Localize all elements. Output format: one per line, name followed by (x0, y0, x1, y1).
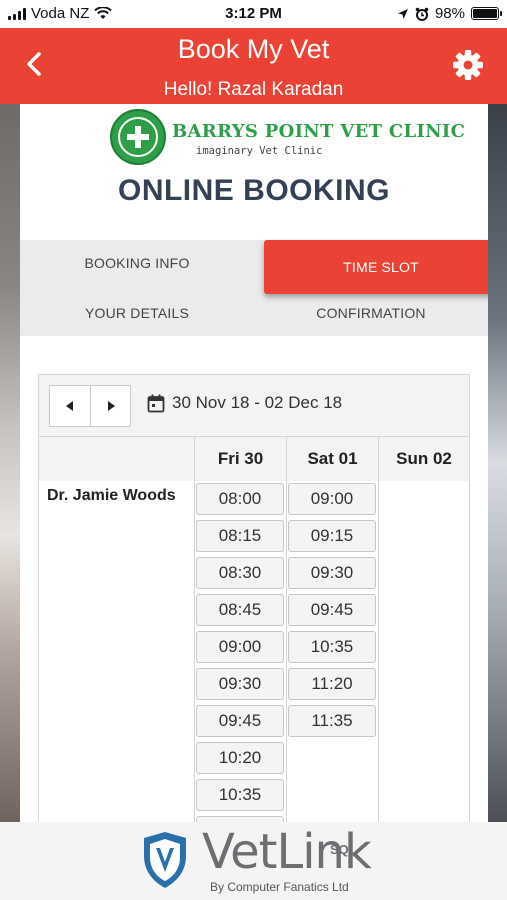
date-range-picker[interactable]: 30 Nov 18 - 02 Dec 18 (147, 393, 342, 413)
next-week-button[interactable] (90, 386, 130, 426)
time-slot-fri[interactable]: 08:00 (196, 483, 284, 515)
time-slot-sat[interactable]: 09:30 (288, 557, 376, 589)
alarm-icon (415, 7, 429, 21)
status-right: 98% (397, 5, 502, 22)
time-slot-sat[interactable]: 11:35 (288, 705, 376, 737)
vetlink-logo: VetLink SQL By Computer Fanatics Ltd (140, 824, 372, 896)
location-arrow-icon (397, 8, 408, 19)
time-slot-fri[interactable]: 08:15 (196, 520, 284, 552)
tab-time-slot[interactable]: TIME SLOT (264, 240, 488, 294)
background-photo-left (0, 104, 22, 822)
time-slot-fri[interactable]: 08:30 (196, 557, 284, 589)
time-slot-sat[interactable]: 10:35 (288, 631, 376, 663)
page-title: ONLINE BOOKING (117, 174, 390, 207)
day-header-fri: Fri 30 (194, 437, 286, 481)
battery-icon (471, 7, 502, 20)
calendar-icon (147, 394, 165, 412)
scheduler-body: Dr. Jamie Woods 08:00 08:15 08:30 08:45 09:0… (39, 481, 469, 822)
user-greeting: Hello! Razal Karadan (163, 79, 344, 100)
time-slot-fri[interactable]: 09:30 (196, 668, 284, 700)
shield-icon (144, 832, 186, 888)
scheduler-toolbar: 30 Nov 18 - 02 Dec 18 (39, 375, 469, 437)
time-slot-sat[interactable]: 11:20 (288, 668, 376, 700)
gear-icon (453, 50, 483, 80)
background-photo-right (487, 104, 507, 822)
time-slot-fri[interactable]: 10:35 (196, 779, 284, 811)
time-slot-fri[interactable]: 08:45 (196, 594, 284, 626)
clinic-badge-icon (110, 109, 166, 165)
settings-button[interactable] (451, 48, 485, 82)
time-slot-sat[interactable]: 09:15 (288, 520, 376, 552)
scheduler-header-row: Fri 30 Sat 01 Sun 02 (39, 437, 469, 481)
triangle-right-icon (107, 401, 115, 411)
app-header: Book My Vet Hello! Razal Karadan (0, 28, 507, 104)
battery-percent: 98% (434, 5, 465, 22)
triangle-left-icon (66, 401, 73, 411)
tab-confirmation[interactable]: CONFIRMATION (254, 290, 488, 336)
time-slot-sat[interactable]: 09:45 (288, 594, 376, 626)
previous-week-button[interactable] (50, 386, 90, 426)
app-title: Book My Vet (177, 34, 330, 64)
brand-suffix: SQL (330, 842, 357, 857)
tab-booking-info[interactable]: BOOKING INFO (20, 240, 254, 286)
day-header-sat: Sat 01 (286, 437, 378, 481)
footer: VetLink SQL By Computer Fanatics Ltd (0, 822, 507, 900)
time-slot-scheduler: 30 Nov 18 - 02 Dec 18 Fri 30 Sat 01 Sun … (38, 374, 470, 822)
day-header-sun: Sun 02 (378, 437, 469, 481)
booking-panel: BARRYS POINT VET CLINIC imaginary Vet Cl… (20, 104, 488, 822)
brand-byline: By Computer Fanatics Ltd (210, 880, 349, 894)
time-slot-fri[interactable]: 09:45 (196, 705, 284, 737)
time-slot-sat[interactable]: 09:00 (288, 483, 376, 515)
date-range-label: 30 Nov 18 - 02 Dec 18 (172, 393, 343, 412)
status-bar: Voda NZ 3:12 PM 98% (0, 0, 507, 28)
resource-header (39, 437, 194, 481)
time-slot-fri[interactable]: 10:20 (196, 742, 284, 774)
clinic-name: BARRYS POINT VET CLINIC (172, 121, 466, 142)
vet-name: Dr. Jamie Woods (47, 487, 176, 504)
booking-steps: BOOKING INFO TIME SLOT YOUR DETAILS CONF… (20, 240, 488, 336)
date-navigation (49, 385, 131, 427)
time-slot-fri[interactable]: 09:00 (196, 631, 284, 663)
clinic-tagline: imaginary Vet Clinic (196, 145, 323, 157)
clinic-logo: BARRYS POINT VET CLINIC imaginary Vet Cl… (110, 109, 465, 169)
tab-your-details[interactable]: YOUR DETAILS (20, 290, 254, 336)
